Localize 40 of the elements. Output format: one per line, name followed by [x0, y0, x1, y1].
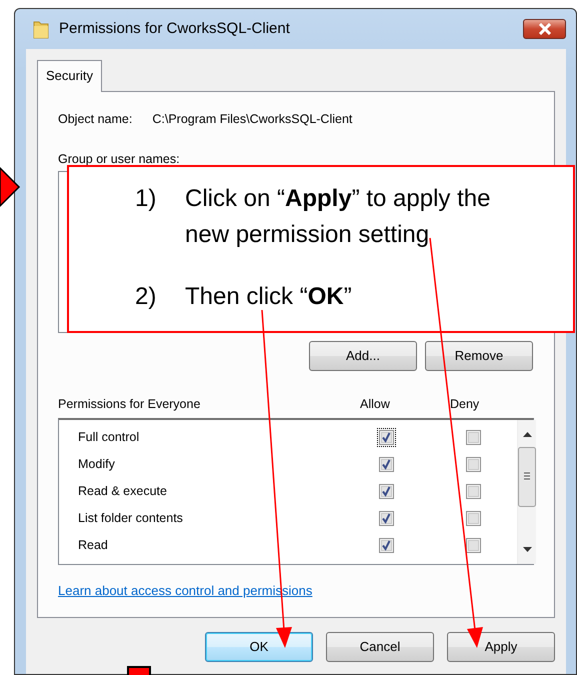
checkbox[interactable] [378, 536, 395, 554]
scrollbar[interactable] [517, 420, 536, 564]
permission-name: Read [77, 536, 109, 554]
permission-name: Full control [77, 428, 140, 446]
folder-icon [33, 19, 49, 39]
permissions-label: Permissions for Everyone [58, 396, 202, 413]
scroll-up-icon[interactable] [522, 432, 532, 437]
ok-button[interactable]: OK [205, 632, 313, 662]
checkbox[interactable] [378, 482, 395, 500]
step-text: Click on “Apply” to apply the new permission setting [185, 184, 492, 250]
tab[interactable]: Security [37, 60, 102, 92]
checkbox[interactable] [465, 482, 482, 500]
window-title: Permissions for CworksSQL-Client [59, 18, 290, 39]
close-icon [536, 23, 552, 35]
column-header: Deny [450, 396, 480, 413]
permission-name: List folder contents [77, 510, 184, 527]
scroll-thumb[interactable] [518, 446, 536, 507]
permission-name: Modify [77, 456, 116, 473]
column-header: Allow [360, 396, 391, 413]
checkbox[interactable] [465, 456, 482, 473]
object-name-value: C:\Program Files\CworksSQL-Client [152, 110, 352, 128]
step-text: Then click “OK” [185, 282, 353, 312]
checkbox[interactable] [378, 428, 395, 446]
add-button[interactable]: Add... [309, 341, 417, 371]
object-name-label: Object name: [58, 110, 132, 128]
checkbox[interactable] [465, 536, 482, 554]
pointer-arrow [0, 166, 20, 208]
checkbox[interactable] [465, 510, 482, 527]
step-number: 2) [135, 282, 158, 312]
group-list-label: Group or user names: [58, 151, 181, 168]
checkbox[interactable] [465, 428, 482, 446]
close-button[interactable] [523, 19, 566, 39]
permission-name: Read & execute [77, 482, 168, 500]
checkbox[interactable] [378, 456, 395, 473]
apply-button[interactable]: Apply [447, 632, 555, 662]
checkbox[interactable] [378, 510, 395, 527]
step-number: 1) [135, 184, 158, 214]
remove-button[interactable]: Remove [425, 341, 533, 371]
scroll-down-icon[interactable] [522, 546, 532, 552]
cancel-button[interactable]: Cancel [326, 632, 434, 662]
